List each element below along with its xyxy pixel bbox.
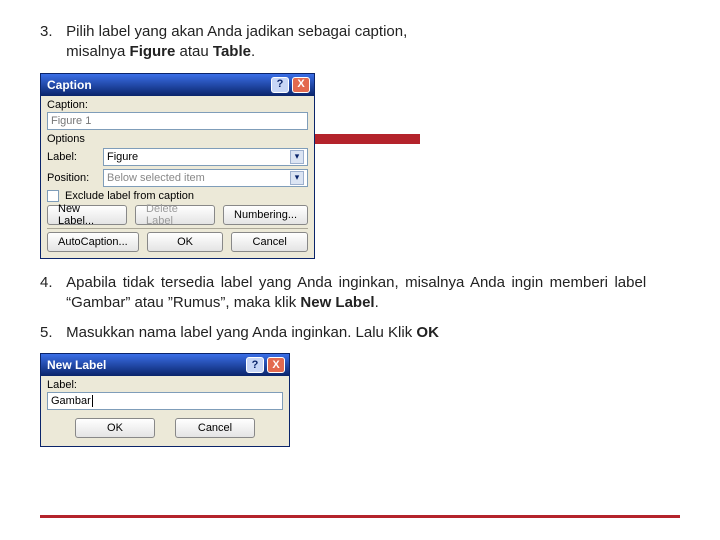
label-field-label: Label:: [47, 151, 97, 163]
ok-button[interactable]: OK: [75, 418, 155, 438]
autocaption-button[interactable]: AutoCaption...: [47, 232, 139, 252]
chevron-down-icon: ▾: [290, 150, 304, 164]
new-label-button[interactable]: New Label...: [47, 205, 127, 225]
chevron-down-icon: ▾: [290, 171, 304, 185]
exclude-checkbox[interactable]: [47, 190, 59, 202]
instruction-3: 3. Pilih label yang akan Anda jadikan se…: [40, 22, 680, 63]
new-label-titlebar: New Label ? X: [41, 354, 289, 376]
step-number: 4.: [40, 273, 62, 293]
caption-input[interactable]: Figure 1: [47, 112, 308, 130]
step-number: 5.: [40, 323, 62, 343]
step-body: Apabila tidak tersedia label yang Anda i…: [66, 273, 646, 314]
cursor-icon: [92, 395, 93, 407]
instruction-4: 4. Apabila tidak tersedia label yang And…: [40, 273, 680, 314]
exclude-label: Exclude label from caption: [65, 190, 194, 202]
caption-titlebar: Caption ? X: [41, 74, 314, 96]
new-label-input[interactable]: Gambar: [47, 392, 283, 410]
instruction-5: 5. Masukkan nama label yang Anda inginka…: [40, 323, 680, 343]
new-label-title: New Label: [45, 358, 243, 372]
step-body: Masukkan nama label yang Anda inginkan. …: [66, 323, 646, 343]
numbering-button[interactable]: Numbering...: [223, 205, 308, 225]
caption-title: Caption: [45, 78, 268, 92]
position-combo[interactable]: Below selected item ▾: [103, 169, 308, 187]
help-icon[interactable]: ?: [271, 77, 289, 93]
help-icon[interactable]: ?: [246, 357, 264, 373]
position-field-label: Position:: [47, 172, 97, 184]
ok-button[interactable]: OK: [147, 232, 224, 252]
close-icon[interactable]: X: [267, 357, 285, 373]
close-icon[interactable]: X: [292, 77, 310, 93]
caption-field-label: Caption:: [47, 99, 308, 111]
decorative-bottom-rule: [40, 515, 680, 518]
step-body: Pilih label yang akan Anda jadikan sebag…: [66, 22, 646, 63]
step-number: 3.: [40, 22, 62, 42]
cancel-button[interactable]: Cancel: [175, 418, 255, 438]
new-label-dialog: New Label ? X Label: Gambar OK Cancel: [40, 353, 290, 447]
options-label: Options: [47, 133, 308, 145]
cancel-button[interactable]: Cancel: [231, 232, 308, 252]
separator: [47, 228, 308, 229]
delete-label-button[interactable]: Delete Label: [135, 205, 215, 225]
label-combo[interactable]: Figure ▾: [103, 148, 308, 166]
new-label-field-label: Label:: [47, 379, 283, 391]
caption-dialog: Caption ? X Caption: Figure 1 Options La…: [40, 73, 315, 259]
